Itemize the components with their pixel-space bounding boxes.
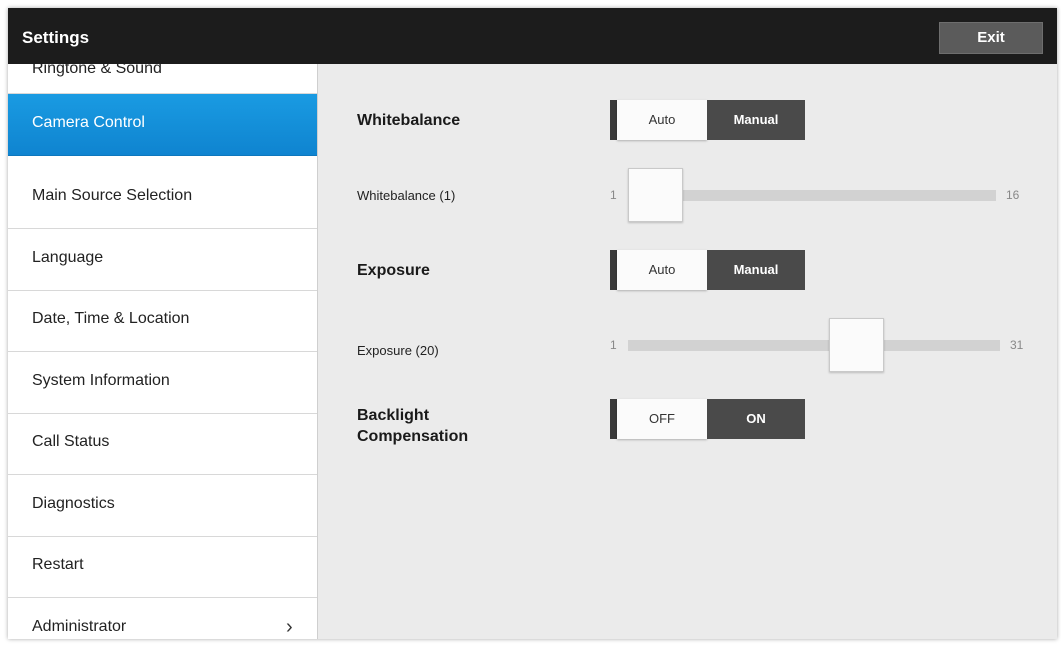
- app-title: Settings: [22, 28, 90, 47]
- sidebar-item-label: System Information: [32, 372, 170, 389]
- sidebar-item-restart[interactable]: Restart: [8, 536, 317, 598]
- slider-min-label: 1: [610, 338, 617, 352]
- exit-button[interactable]: Exit: [939, 22, 1043, 54]
- slider-max-label: 16: [1006, 188, 1020, 202]
- camera-control-panel: Whitebalance Auto Manual Whitebalance (1…: [319, 64, 1057, 639]
- slider-min-label: 1: [610, 188, 617, 202]
- sidebar-item-label: Main Source Selection: [32, 187, 193, 204]
- backlight-title-line1: Backlight: [357, 407, 430, 424]
- sidebar-item-label: Diagnostics: [32, 495, 115, 512]
- sidebar-item-main-source-selection[interactable]: Main Source Selection: [8, 167, 317, 229]
- sidebar-item-call-status[interactable]: Call Status: [8, 413, 317, 475]
- backlight-on-option[interactable]: ON: [707, 399, 805, 439]
- exposure-manual-option[interactable]: Manual: [707, 250, 805, 290]
- exposure-toggle[interactable]: Auto Manual: [610, 250, 805, 290]
- sidebar-item-label: Language: [32, 249, 104, 266]
- sidebar-item-label: Restart: [32, 556, 84, 573]
- sidebar-item-camera-control[interactable]: Camera Control: [8, 94, 317, 156]
- title-bar: Settings Exit: [8, 8, 1057, 64]
- slider-track[interactable]: [628, 190, 996, 201]
- whitebalance-auto-option[interactable]: Auto: [617, 100, 707, 140]
- slider-thumb[interactable]: [628, 168, 683, 222]
- whitebalance-slider-label: Whitebalance (1): [357, 188, 456, 203]
- sidebar-item-date-time-location[interactable]: Date, Time & Location: [8, 290, 317, 352]
- sidebar-item-label: Administrator: [32, 618, 127, 635]
- whitebalance-title: Whitebalance: [357, 112, 461, 129]
- sidebar-item-label: Call Status: [32, 433, 110, 450]
- backlight-off-option[interactable]: OFF: [617, 399, 707, 439]
- backlight-compensation-title: Backlight Compensation: [357, 405, 468, 447]
- exposure-auto-option[interactable]: Auto: [617, 250, 707, 290]
- sidebar-item-label: Camera Control: [32, 114, 145, 131]
- sidebar-item-administrator[interactable]: Administrator ›: [8, 598, 317, 639]
- settings-window: Settings Exit Ringtone & Sound Camera Co…: [8, 8, 1057, 639]
- backlight-title-line2: Compensation: [357, 428, 469, 445]
- backlight-compensation-toggle[interactable]: OFF ON: [610, 399, 805, 439]
- whitebalance-manual-option[interactable]: Manual: [707, 100, 805, 140]
- whitebalance-slider[interactable]: 1 16: [610, 168, 1030, 224]
- sidebar-item-label: Ringtone & Sound: [32, 64, 162, 77]
- sidebar-item-label: Date, Time & Location: [32, 310, 190, 327]
- sidebar-item-system-information[interactable]: System Information: [8, 352, 317, 414]
- slider-track[interactable]: [628, 340, 1000, 351]
- settings-sidebar: Ringtone & Sound Camera Control Main Sou…: [8, 64, 318, 639]
- chevron-right-icon: ›: [286, 616, 293, 638]
- exposure-title: Exposure: [357, 262, 430, 279]
- exposure-slider-label: Exposure (20): [357, 343, 439, 358]
- exposure-slider[interactable]: 1 31: [610, 318, 1030, 374]
- sidebar-item-ringtone-sound[interactable]: Ringtone & Sound: [8, 64, 317, 94]
- slider-thumb[interactable]: [829, 318, 884, 372]
- sidebar-item-diagnostics[interactable]: Diagnostics: [8, 475, 317, 537]
- slider-max-label: 31: [1010, 338, 1024, 352]
- whitebalance-toggle[interactable]: Auto Manual: [610, 100, 805, 140]
- sidebar-item-language[interactable]: Language: [8, 229, 317, 291]
